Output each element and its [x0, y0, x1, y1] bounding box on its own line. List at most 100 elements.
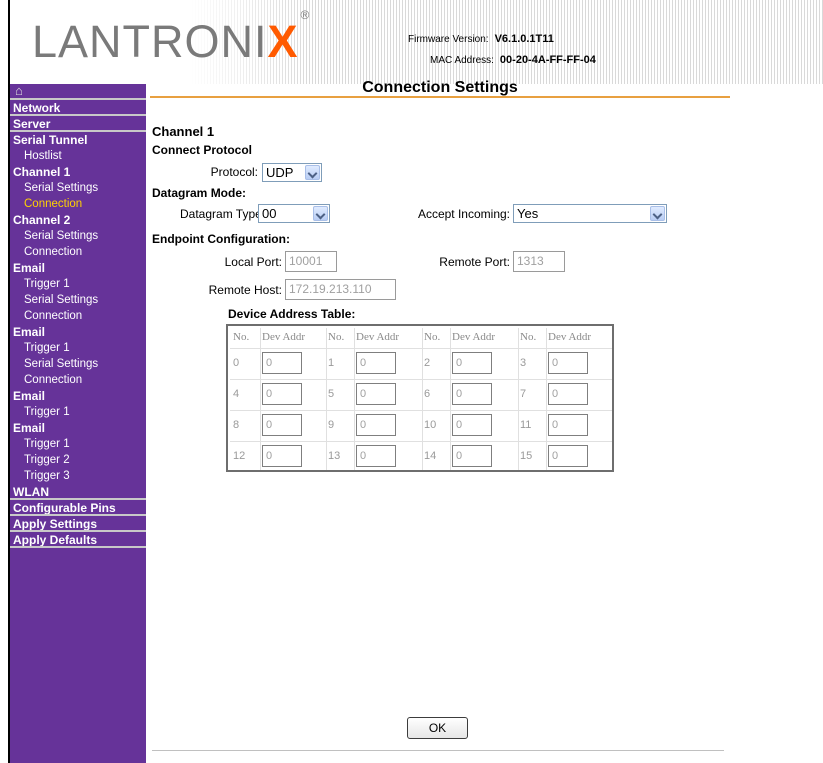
table-header: No. — [328, 331, 345, 343]
accept-incoming-select[interactable]: Yes — [513, 204, 667, 223]
sidebar-item-trigger-1[interactable]: Trigger 1 — [10, 436, 146, 452]
device-number: 0 — [233, 357, 240, 369]
sidebar-item-connection[interactable]: Connection — [10, 196, 146, 212]
device-number: 11 — [520, 419, 532, 431]
endpoint-config-heading: Endpoint Configuration: — [152, 232, 290, 246]
accept-incoming-label: Accept Incoming: — [417, 207, 510, 221]
dev-addr-input[interactable]: 0 — [452, 352, 492, 374]
table-header: No. — [233, 331, 250, 343]
dev-addr-input[interactable]: 0 — [548, 383, 588, 405]
sidebar-item-trigger-2[interactable]: Trigger 2 — [10, 452, 146, 468]
dev-addr-input[interactable]: 0 — [356, 352, 396, 374]
device-number: 1 — [328, 357, 335, 369]
sidebar-item-serial-tunnel[interactable]: Serial Tunnel — [10, 132, 146, 148]
sidebar-item-configurable-pins[interactable]: Configurable Pins — [10, 500, 146, 516]
device-number: 15 — [520, 450, 533, 462]
dev-addr-input[interactable]: 0 — [452, 414, 492, 436]
protocol-select[interactable]: UDP — [262, 163, 322, 182]
logo-x: X — [267, 16, 299, 67]
chevron-down-icon — [305, 165, 320, 180]
sidebar-item-trigger-1[interactable]: Trigger 1 — [10, 404, 146, 420]
sidebar-item-serial-settings[interactable]: Serial Settings — [10, 180, 146, 196]
sidebar-item-serial-settings[interactable]: Serial Settings — [10, 292, 146, 308]
device-number: 14 — [424, 450, 437, 462]
sidebar-item-email[interactable]: Email — [10, 420, 146, 436]
sidebar-item-trigger-1[interactable]: Trigger 1 — [10, 340, 146, 356]
chevron-down-icon — [650, 206, 665, 221]
table-header: Dev Addr — [356, 331, 400, 343]
sidebar-item-apply-defaults[interactable]: Apply Defaults — [10, 532, 146, 548]
sidebar-item-connection[interactable]: Connection — [10, 244, 146, 260]
device-number: 13 — [328, 450, 341, 462]
sidebar-item-server[interactable]: Server — [10, 116, 146, 132]
device-number: 12 — [233, 450, 246, 462]
remote-host-label: Remote Host: — [208, 283, 282, 297]
dev-addr-input[interactable]: 0 — [452, 383, 492, 405]
table-header: Dev Addr — [262, 331, 306, 343]
local-port-input[interactable]: 10001 — [285, 251, 337, 272]
sidebar-item-trigger-3[interactable]: Trigger 3 — [10, 468, 146, 484]
sidebar-item-wlan[interactable]: WLAN — [10, 484, 146, 500]
dev-addr-input[interactable]: 0 — [356, 414, 396, 436]
sidebar-list: Network Server Serial Tunnel Hostlist Channe… — [10, 100, 146, 548]
table-header: No. — [424, 331, 441, 343]
ok-button[interactable]: OK — [407, 717, 468, 739]
chevron-down-icon — [313, 206, 328, 221]
sidebar-item-apply-settings[interactable]: Apply Settings — [10, 516, 146, 532]
logo-mark: ® — [300, 8, 311, 22]
sidebar-item-trigger-1[interactable]: Trigger 1 — [10, 276, 146, 292]
table-header: Dev Addr — [548, 331, 592, 343]
device-number: 6 — [424, 388, 431, 400]
datagram-type-select[interactable]: 00 — [258, 204, 330, 223]
device-number: 7 — [520, 388, 527, 400]
datagram-mode-heading: Datagram Mode: — [152, 186, 247, 200]
device-number: 3 — [520, 357, 527, 369]
sidebar-nav: ⌂ Network Server Serial Tunnel Hostlist Chan… — [10, 84, 146, 763]
home-icon[interactable]: ⌂ — [10, 84, 146, 100]
sidebar-item-email[interactable]: Email — [10, 324, 146, 340]
device-number: 10 — [424, 419, 437, 431]
local-port-label: Local Port: — [224, 255, 282, 269]
dev-addr-input[interactable]: 0 — [548, 414, 588, 436]
device-number: 9 — [328, 419, 335, 431]
page-title: Connection Settings — [150, 78, 730, 98]
divider — [152, 750, 724, 751]
lantronix-logo: LANTRONIX® — [32, 8, 310, 68]
firmware-version: Firmware Version: V6.1.0.1T11 — [408, 33, 554, 45]
dev-addr-input[interactable]: 0 — [262, 414, 302, 436]
remote-host-input[interactable]: 172.19.213.110 — [285, 279, 396, 300]
sidebar-item-email[interactable]: Email — [10, 260, 146, 276]
dev-addr-input[interactable]: 0 — [356, 445, 396, 467]
channel-heading: Channel 1 — [152, 124, 215, 139]
dev-addr-input[interactable]: 0 — [262, 383, 302, 405]
dev-addr-input[interactable]: 0 — [262, 445, 302, 467]
remote-port-label: Remote Port: — [439, 255, 510, 269]
device-address-table: No. Dev Addr No. Dev Addr No. Dev Addr No. Dev … — [226, 324, 614, 472]
table-header: Dev Addr — [452, 331, 496, 343]
device-number: 2 — [424, 357, 431, 369]
protocol-label: Protocol: — [210, 165, 258, 179]
mac-address: MAC Address: 00-20-4A-FF-FF-04 — [430, 54, 596, 66]
header-banner: LANTRONIX® Firmware Version: V6.1.0.1T11 … — [10, 0, 823, 84]
dev-addr-input[interactable]: 0 — [452, 445, 492, 467]
sidebar-item-channel-2[interactable]: Channel 2 — [10, 212, 146, 228]
sidebar-item-serial-settings[interactable]: Serial Settings — [10, 228, 146, 244]
dev-addr-input[interactable]: 0 — [548, 445, 588, 467]
sidebar-item-email[interactable]: Email — [10, 388, 146, 404]
sidebar-item-network[interactable]: Network — [10, 100, 146, 116]
dev-addr-input[interactable]: 0 — [548, 352, 588, 374]
sidebar-item-connection[interactable]: Connection — [10, 308, 146, 324]
dev-addr-input[interactable]: 0 — [356, 383, 396, 405]
device-number: 4 — [233, 388, 240, 400]
logo-text: LANTRONI — [32, 16, 268, 67]
remote-port-input[interactable]: 1313 — [513, 251, 565, 272]
sidebar-item-connection[interactable]: Connection — [10, 372, 146, 388]
device-number: 5 — [328, 388, 335, 400]
datagram-type-label: Datagram Type: — [180, 207, 266, 221]
sidebar-item-hostlist[interactable]: Hostlist — [10, 148, 146, 164]
sidebar-item-serial-settings[interactable]: Serial Settings — [10, 356, 146, 372]
sidebar-item-channel-1[interactable]: Channel 1 — [10, 164, 146, 180]
table-header: No. — [520, 331, 537, 343]
dev-addr-input[interactable]: 0 — [262, 352, 302, 374]
device-number: 8 — [233, 419, 240, 431]
